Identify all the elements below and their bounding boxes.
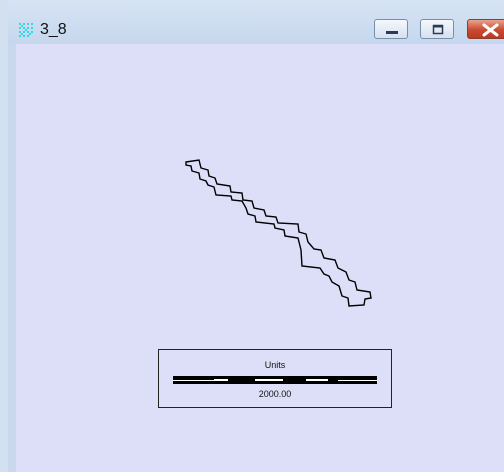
title-bar[interactable]: 3_8 [8, 0, 504, 44]
minimize-icon [386, 31, 398, 34]
close-button[interactable] [467, 19, 504, 39]
close-icon [482, 23, 499, 37]
app-window: 3_8 Units 2000.00 [0, 0, 504, 472]
maximize-button[interactable] [420, 19, 454, 39]
window-title: 3_8 [40, 21, 67, 38]
minimize-button[interactable] [374, 19, 408, 39]
scale-units-label: Units [264, 360, 286, 370]
polygon-feature[interactable] [185, 159, 372, 307]
scale-value-label: 2000.00 [258, 389, 292, 399]
maximize-icon [432, 24, 444, 35]
scale-bar-box: Units 2000.00 [158, 349, 392, 408]
scale-bar-graphic [173, 376, 377, 384]
grid-map-icon[interactable] [18, 22, 34, 38]
map-canvas[interactable]: Units 2000.00 [16, 44, 504, 472]
